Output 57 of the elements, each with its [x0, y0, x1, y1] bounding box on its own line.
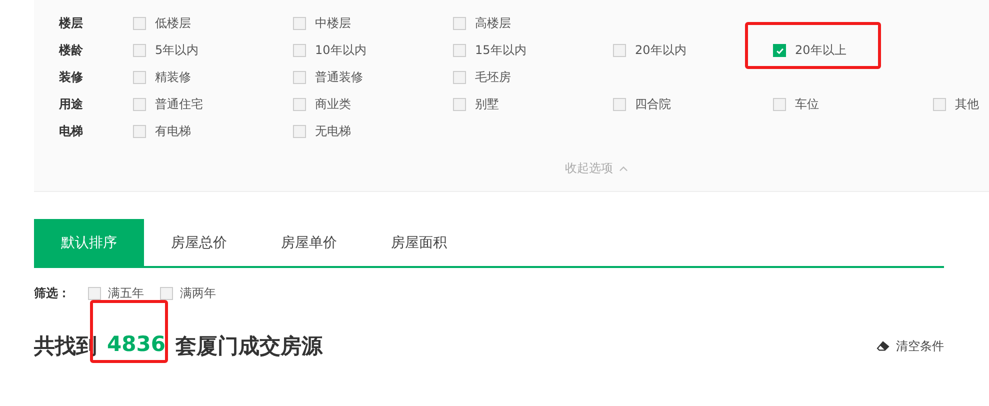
filter-label: 用途: [58, 96, 84, 113]
checkbox[interactable]: [453, 44, 466, 57]
option-label[interactable]: 商业类: [315, 96, 351, 113]
result-count: 4836: [107, 332, 166, 358]
checkbox[interactable]: [160, 287, 173, 300]
checkbox[interactable]: [453, 17, 466, 30]
option-label[interactable]: 四合院: [635, 96, 671, 113]
sort-tab[interactable]: 房屋单价: [254, 219, 364, 266]
option-label[interactable]: 满五年: [108, 285, 144, 302]
filter-label: 电梯: [58, 123, 84, 140]
option-label[interactable]: 5年以内: [155, 42, 199, 59]
checkbox[interactable]: [133, 125, 146, 138]
option-label[interactable]: 高楼层: [475, 15, 511, 32]
filter-label: 筛选：: [34, 285, 70, 302]
option-label[interactable]: 10年以内: [315, 42, 366, 59]
option-label[interactable]: 普通住宅: [155, 96, 203, 113]
option-label[interactable]: 车位: [795, 96, 819, 113]
checkbox[interactable]: [613, 44, 626, 57]
filter-label: 装修: [58, 69, 84, 86]
checkbox[interactable]: [293, 125, 306, 138]
checkbox[interactable]: [773, 98, 786, 111]
clear-button[interactable]: 清空条件: [876, 338, 944, 354]
checkbox[interactable]: [293, 17, 306, 30]
option-label[interactable]: 别墅: [475, 96, 499, 113]
checkbox[interactable]: [133, 98, 146, 111]
checkbox[interactable]: [293, 98, 306, 111]
option-label[interactable]: 20年以内: [635, 42, 686, 59]
checkbox[interactable]: [88, 287, 101, 300]
checkbox[interactable]: [293, 71, 306, 84]
option-label[interactable]: 无电梯: [315, 123, 351, 140]
option-label[interactable]: 15年以内: [475, 42, 526, 59]
filter-label: 楼层: [58, 15, 84, 32]
checkbox[interactable]: [293, 44, 306, 57]
checkbox[interactable]: [773, 44, 786, 57]
option-label[interactable]: 有电梯: [155, 123, 191, 140]
checkbox[interactable]: [133, 71, 146, 84]
result-text: 套厦门成交房源: [175, 333, 322, 360]
option-label[interactable]: 精装修: [155, 69, 191, 86]
sort-tab[interactable]: 房屋总价: [144, 219, 254, 266]
checkbox[interactable]: [933, 98, 946, 111]
checkbox[interactable]: [133, 44, 146, 57]
caret-icon: [619, 166, 628, 172]
eraser-icon: [876, 340, 890, 352]
option-label[interactable]: 满两年: [180, 285, 216, 302]
check-icon: [774, 46, 784, 56]
option-label[interactable]: 毛坯房: [475, 69, 511, 86]
option-label[interactable]: 低楼层: [155, 15, 191, 32]
checkbox[interactable]: [453, 71, 466, 84]
option-label[interactable]: 普通装修: [315, 69, 363, 86]
filter-label: 楼龄: [58, 42, 84, 59]
checkbox[interactable]: [613, 98, 626, 111]
option-label[interactable]: 中楼层: [315, 15, 351, 32]
checkbox[interactable]: [453, 98, 466, 111]
checkbox[interactable]: [133, 17, 146, 30]
option-label[interactable]: 其他: [955, 96, 979, 113]
option-label[interactable]: 20年以上: [795, 42, 846, 59]
sort-tab[interactable]: 房屋面积: [364, 219, 474, 266]
